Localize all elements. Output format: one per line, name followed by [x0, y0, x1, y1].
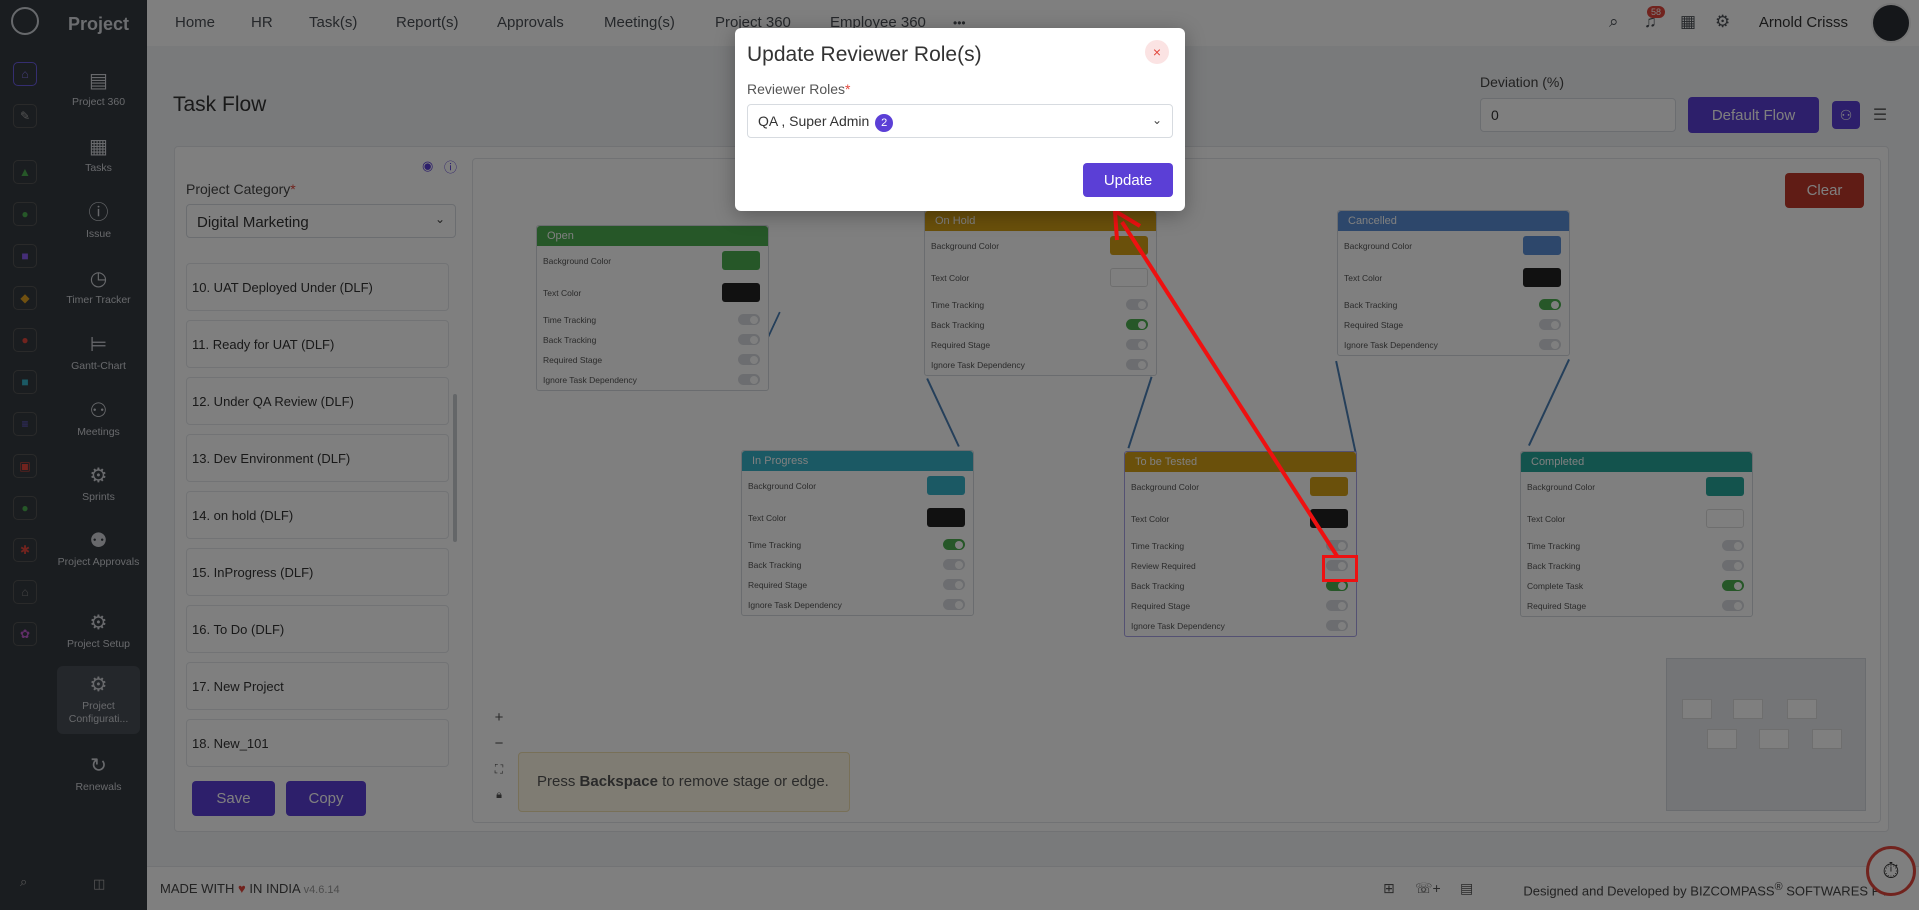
update-button[interactable]: Update: [1083, 163, 1173, 197]
modal-title: Update Reviewer Role(s): [747, 43, 982, 66]
required-mark: *: [845, 81, 851, 97]
chevron-down-icon: ⌄: [1151, 113, 1162, 127]
update-reviewer-roles-modal: Update Reviewer Role(s) × Reviewer Roles…: [735, 28, 1185, 211]
selected-count-badge: 2: [875, 114, 894, 132]
reviewer-roles-label-text: Reviewer Roles: [747, 81, 846, 97]
close-icon[interactable]: ×: [1145, 40, 1169, 64]
annotation-highlight-box: [1322, 555, 1358, 582]
selected-roles: QA , Super Admin: [758, 113, 870, 129]
reviewer-roles-select[interactable]: QA , Super Admin 2 ⌄: [747, 104, 1173, 138]
reviewer-roles-label: Reviewer Roles*: [747, 81, 851, 97]
